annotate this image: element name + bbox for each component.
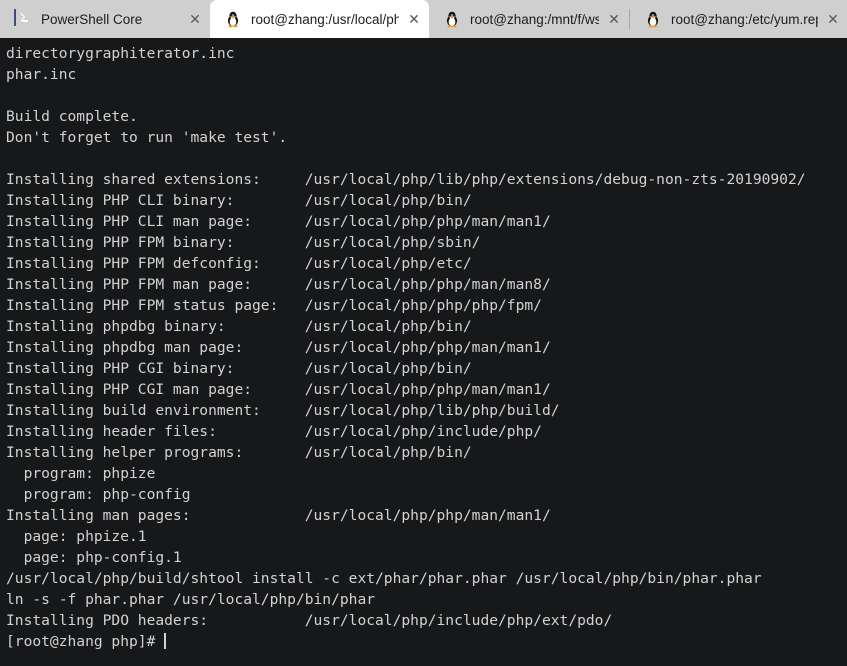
tab-label: PowerShell Core: [41, 11, 143, 27]
powershell-icon: [14, 9, 32, 28]
close-icon[interactable]: ✕: [180, 12, 210, 26]
linux-tux-icon: [644, 10, 662, 28]
terminal-line: ln -s -f phar.phar /usr/local/php/bin/ph…: [6, 591, 376, 608]
linux-tux-icon: [446, 11, 458, 28]
close-icon[interactable]: ✕: [818, 12, 847, 26]
tab-3[interactable]: root@zhang:/etc/yum.rep ✕: [630, 0, 847, 38]
terminal-line: program: php-config: [6, 486, 191, 503]
tab-label: root@zhang:/mnt/f/wsl: [470, 11, 599, 27]
tab-0[interactable]: PowerShell Core ✕: [0, 0, 210, 38]
terminal-screen: directorygraphiterator.inc phar.inc Build …: [6, 43, 847, 652]
tab-bar[interactable]: PowerShell Core ✕ root@zhang:/usr/local/ph…: [0, 0, 847, 38]
terminal-line: Installing PHP FPM status page: /usr/loc…: [6, 297, 542, 314]
terminal-line: page: phpize.1: [6, 528, 147, 545]
terminal-prompt-line: [root@zhang php]#: [6, 631, 847, 652]
terminal-line: Installing header files: /usr/local/php/…: [6, 423, 542, 440]
terminal-line: Installing PHP FPM man page: /usr/local/…: [6, 276, 551, 293]
terminal-line: Installing phpdbg man page: /usr/local/p…: [6, 339, 551, 356]
tab-1[interactable]: root@zhang:/usr/local/ph ✕: [210, 0, 429, 38]
terminal-line: Installing phpdbg binary: /usr/local/php…: [6, 318, 472, 335]
terminal-line: phar.inc: [6, 66, 77, 83]
tab-2[interactable]: root@zhang:/mnt/f/wsl ✕: [429, 0, 629, 38]
terminal-line: Installing PHP CGI man page: /usr/local/…: [6, 381, 551, 398]
terminal-line: /usr/local/php/build/shtool install -c e…: [6, 570, 762, 587]
terminal-line: Installing PHP FPM defconfig: /usr/local…: [6, 255, 472, 272]
text-cursor: [164, 633, 166, 649]
terminal-line: Installing PHP CGI binary: /usr/local/ph…: [6, 360, 472, 377]
linux-tux-icon: [443, 10, 461, 28]
terminal-line: Installing helper programs: /usr/local/p…: [6, 444, 472, 461]
close-icon[interactable]: ✕: [399, 12, 429, 26]
linux-tux-icon: [227, 11, 239, 28]
close-icon[interactable]: ✕: [599, 12, 629, 26]
terminal-line: Installing shared extensions: /usr/local…: [6, 171, 806, 188]
terminal-line: Installing build environment: /usr/local…: [6, 402, 560, 419]
terminal-output-pane[interactable]: directorygraphiterator.inc phar.inc Build …: [0, 38, 847, 666]
terminal-line: program: phpize: [6, 465, 156, 482]
tab-label: root@zhang:/usr/local/ph: [251, 11, 399, 27]
terminal-line: Installing PHP CLI man page: /usr/local/…: [6, 213, 551, 230]
linux-tux-icon: [224, 10, 242, 28]
terminal-line: Installing PHP CLI binary: /usr/local/ph…: [6, 192, 472, 209]
linux-tux-icon: [647, 11, 659, 28]
tab-label: root@zhang:/etc/yum.rep: [671, 11, 818, 27]
terminal-line: page: php-config.1: [6, 549, 182, 566]
terminal-line: Installing man pages: /usr/local/php/php…: [6, 507, 551, 524]
powershell-glyph: [14, 9, 16, 26]
terminal-line: directorygraphiterator.inc: [6, 45, 235, 62]
shell-prompt: [root@zhang php]#: [6, 633, 165, 650]
terminal-line: Don't forget to run 'make test'.: [6, 129, 288, 146]
terminal-line: Installing PDO headers: /usr/local/php/i…: [6, 612, 613, 629]
terminal-line: Build complete.: [6, 108, 138, 125]
terminal-line: Installing PHP FPM binary: /usr/local/ph…: [6, 234, 481, 251]
